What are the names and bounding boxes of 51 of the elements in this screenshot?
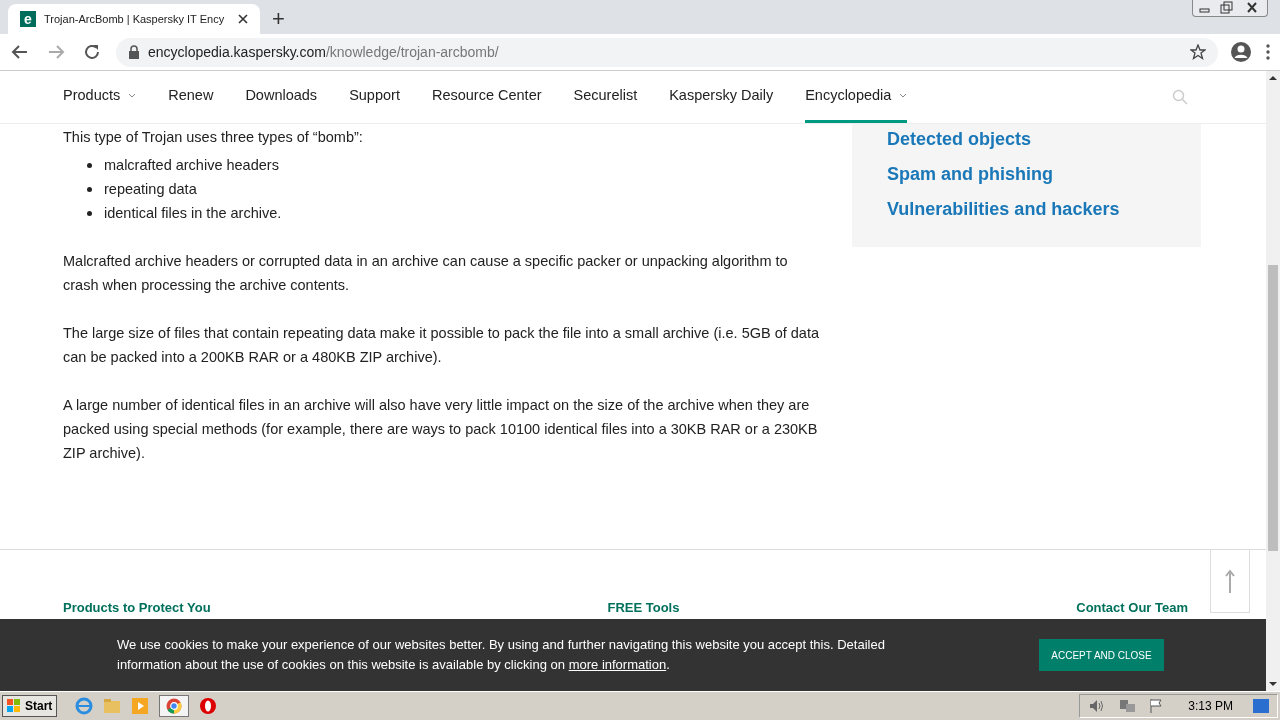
tab-title: Trojan-ArcBomb | Kaspersky IT Ency: [44, 11, 226, 27]
article-text: This type of Trojan uses three types of “bomb”:: [63, 128, 364, 147]
start-button[interactable]: Start: [2, 695, 58, 717]
sidebar-link[interactable]: Vulnerabilities and hackers: [887, 198, 1120, 221]
bullet-icon: [87, 186, 92, 192]
new-tab-button[interactable]: +: [272, 8, 285, 30]
list-item-text: malcrafted archive headers: [104, 156, 279, 175]
media-player-icon[interactable]: [131, 697, 150, 715]
arrow-up-icon: [1225, 569, 1235, 593]
opera-icon[interactable]: [199, 697, 218, 715]
footer-heading: FREE Tools: [607, 599, 680, 617]
footer-heading: Contact Our Team: [1076, 599, 1188, 617]
browser-icon[interactable]: [75, 697, 94, 715]
sidebar-link[interactable]: Spam and phishing: [887, 163, 1053, 186]
footer-heading: Products to Protect You: [63, 599, 211, 617]
article-paragraph: The large size of files that contain repeating data make it possible to pack the file into a small archive (i.e. 5GB of data can be packed into a 200KB RAR or a 480KB ZIP archive).: [63, 324, 821, 367]
close-icon[interactable]: [238, 14, 248, 24]
windows-logo-icon: [7, 699, 21, 713]
favicon: e: [20, 11, 36, 27]
list-item-text: repeating data: [104, 180, 197, 199]
browser-tab[interactable]: e Trojan-ArcBomb | Kaspersky IT Ency: [8, 4, 260, 34]
scrollbar-thumb[interactable]: [1268, 265, 1278, 551]
nav-link[interactable]: Products: [63, 71, 137, 123]
address-bar[interactable]: encyclopedia.kaspersky.com/knowledge/trojan-arcbomb/: [116, 37, 1218, 67]
scrollbar[interactable]: [1266, 71, 1280, 691]
chevron-down-icon: [128, 93, 137, 98]
article-paragraph: A large number of identical files in an archive will also have very little impact on the size of the archive when they are packed using special methods (for example, there are ways to pack 10100 identical files into a 30KB RAR or a 230KB ZIP archive).: [63, 396, 819, 463]
list-item-text: identical files in the archive.: [104, 204, 282, 223]
bullet-icon: [87, 162, 92, 168]
chrome-icon[interactable]: [166, 698, 183, 714]
scroll-top-button[interactable]: [1210, 549, 1250, 613]
accept-button[interactable]: ACCEPT AND CLOSE: [1039, 639, 1164, 671]
network-icon[interactable]: [1118, 698, 1137, 714]
nav-link[interactable]: Securelist: [573, 71, 638, 123]
nav-link[interactable]: Resource Center: [431, 71, 542, 123]
sidebar-link[interactable]: Detected objects: [887, 128, 1032, 151]
nav-link[interactable]: Downloads: [245, 71, 318, 123]
flag-icon[interactable]: [1148, 698, 1165, 714]
menu-icon[interactable]: [1264, 43, 1272, 61]
url-text: encyclopedia.kaspersky.com/knowledge/trojan-arcbomb/: [148, 42, 499, 62]
star-icon[interactable]: [1190, 44, 1206, 60]
lock-icon: [128, 45, 140, 59]
article-paragraph: Malcrafted archive headers or corrupted data in an archive can cause a specific packer or unpacking algorithm to crash when processing the archive contents.: [63, 252, 789, 295]
nav-link[interactable]: Renew: [168, 71, 214, 123]
nav-link[interactable]: Kaspersky Daily: [669, 71, 774, 123]
nav-link[interactable]: Support: [349, 71, 400, 123]
bullet-icon: [87, 210, 92, 216]
chevron-down-icon: [899, 93, 908, 98]
cookie-text: We use cookies to make your experience of our websites better. By using and further navigating this website you accept this. Detailed information about the use of cookies on this website is available by clicking on more information.: [117, 636, 886, 674]
account-icon[interactable]: [1230, 41, 1252, 63]
clock: 3:13 PM: [1188, 698, 1233, 715]
